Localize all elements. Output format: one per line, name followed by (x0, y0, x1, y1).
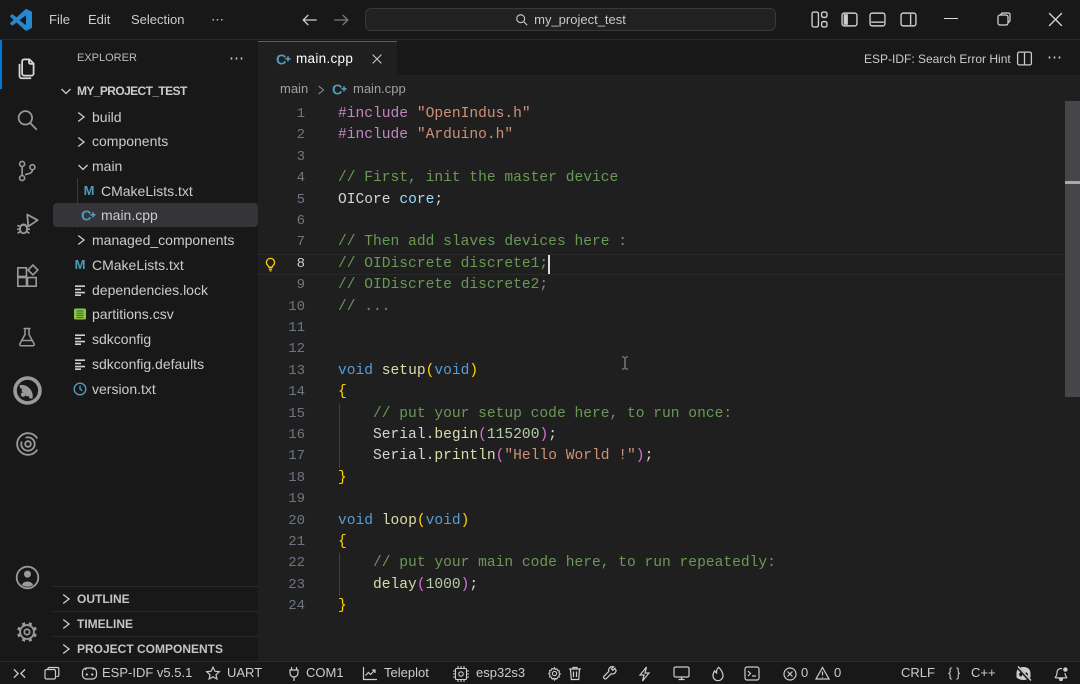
svg-text:C: C (81, 209, 92, 224)
svg-text:C: C (276, 53, 287, 68)
svg-text:C: C (332, 83, 343, 98)
